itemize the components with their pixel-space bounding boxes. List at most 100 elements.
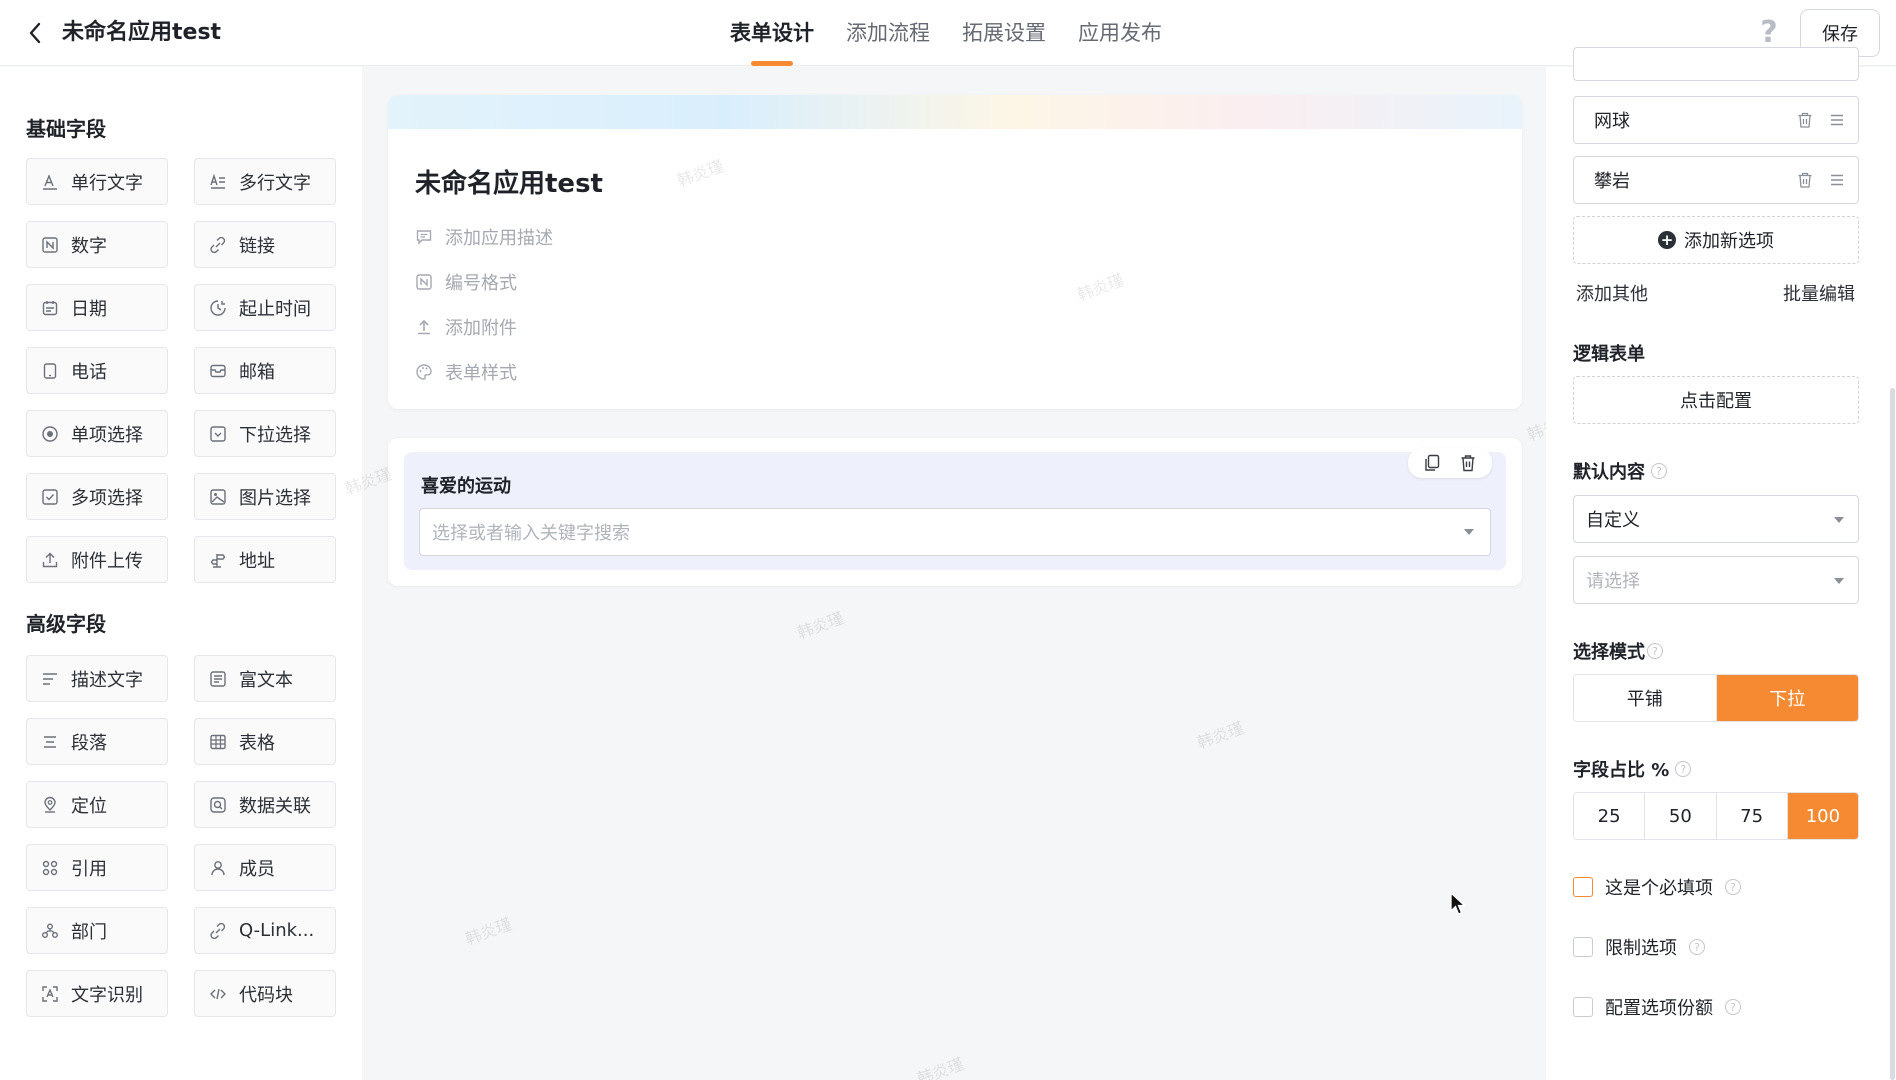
- back-button[interactable]: [22, 18, 48, 48]
- add-description-link[interactable]: 添加应用描述: [415, 224, 553, 250]
- upload-icon: [41, 551, 59, 569]
- reference-icon: [41, 859, 59, 877]
- table-icon: [209, 733, 227, 751]
- calendar-icon: [41, 299, 59, 317]
- tab-extension-settings[interactable]: 拓展设置: [962, 0, 1046, 66]
- logic-form-title: 逻辑表单: [1573, 344, 1645, 365]
- field-number[interactable]: 数字: [26, 221, 168, 268]
- option-quota-checkbox-row[interactable]: 配置选项份额 ?: [1573, 994, 1741, 1020]
- field-member[interactable]: 成员: [194, 844, 336, 891]
- question-icon[interactable]: ?: [1689, 939, 1705, 955]
- limit-options-checkbox[interactable]: [1573, 937, 1593, 957]
- required-checkbox[interactable]: [1573, 877, 1593, 897]
- pin-icon: [41, 796, 59, 814]
- field-attachment-upload[interactable]: 附件上传: [26, 536, 168, 583]
- field-multi-line-text[interactable]: 多行文字: [194, 158, 336, 205]
- field-data-relation[interactable]: 数据关联: [194, 781, 336, 828]
- option-input-hidden[interactable]: [1573, 47, 1859, 81]
- copy-icon[interactable]: [1416, 452, 1448, 474]
- field-label: 喜爱的运动: [421, 476, 511, 497]
- width-75-button[interactable]: 75: [1716, 793, 1788, 839]
- tab-add-flow[interactable]: 添加流程: [846, 0, 930, 66]
- question-icon[interactable]: ?: [1725, 999, 1741, 1015]
- question-icon[interactable]: ?: [1647, 643, 1663, 659]
- logic-config-button[interactable]: 点击配置: [1573, 376, 1859, 424]
- option-input[interactable]: 攀岩: [1573, 156, 1859, 204]
- field-department[interactable]: 部门: [26, 907, 168, 954]
- limit-options-checkbox-row[interactable]: 限制选项 ?: [1573, 934, 1705, 960]
- mode-dropdown-button[interactable]: 下拉: [1716, 675, 1858, 721]
- option-quota-checkbox[interactable]: [1573, 997, 1593, 1017]
- required-checkbox-row[interactable]: 这是个必填项 ?: [1573, 874, 1741, 900]
- field-actions: [1408, 448, 1492, 478]
- basic-fields-title: 基础字段: [26, 117, 106, 141]
- width-25-button[interactable]: 25: [1574, 793, 1646, 839]
- palette-icon: [415, 363, 433, 381]
- select-mode-title: 选择模式 ?: [1573, 638, 1663, 664]
- add-attachment-link[interactable]: 添加附件: [415, 314, 517, 340]
- number-format-link[interactable]: 编号格式: [415, 269, 517, 295]
- field-ocr[interactable]: 文字识别: [26, 970, 168, 1017]
- field-single-choice[interactable]: 单项选择: [26, 410, 168, 457]
- form-style-link[interactable]: 表单样式: [415, 359, 517, 385]
- field-width-segmented: 25 50 75 100: [1573, 792, 1859, 840]
- drag-handle-icon[interactable]: [1828, 111, 1846, 129]
- mode-tile-button[interactable]: 平铺: [1574, 675, 1717, 721]
- field-dropdown-choice[interactable]: 下拉选择: [194, 410, 336, 457]
- add-other-link[interactable]: 添加其他: [1576, 280, 1648, 306]
- field-time-range[interactable]: 起止时间: [194, 284, 336, 331]
- field-reference[interactable]: 引用: [26, 844, 168, 891]
- field-dropdown[interactable]: 选择或者输入关键字搜索: [419, 508, 1491, 556]
- field-email[interactable]: 邮箱: [194, 347, 336, 394]
- link-icon: [209, 236, 227, 254]
- tab-form-design[interactable]: 表单设计: [730, 0, 814, 66]
- help-icon[interactable]: ?: [1754, 16, 1784, 50]
- form-field-card: 喜爱的运动 选择或者输入关键字搜索: [388, 438, 1522, 586]
- default-mode-select[interactable]: 自定义: [1573, 495, 1859, 543]
- field-single-line-text[interactable]: 单行文字: [26, 158, 168, 205]
- multiline-text-icon: [209, 173, 227, 191]
- question-icon[interactable]: ?: [1651, 463, 1667, 479]
- caret-down-icon: [1834, 517, 1844, 523]
- field-description-text[interactable]: 描述文字: [26, 655, 168, 702]
- drag-handle-icon[interactable]: [1828, 171, 1846, 189]
- field-multi-choice[interactable]: 多项选择: [26, 473, 168, 520]
- app-title: 未命名应用test: [62, 20, 222, 45]
- code-icon: [209, 985, 227, 1003]
- time-range-icon: [209, 299, 227, 317]
- batch-edit-link[interactable]: 批量编辑: [1783, 280, 1855, 306]
- mail-icon: [209, 362, 227, 380]
- qlink-icon: [209, 922, 227, 940]
- field-palette: 基础字段 单行文字 多行文字 数字 链接 日期 起止时间 电话 邮箱 单项选择 …: [0, 67, 362, 1080]
- field-positioning[interactable]: 定位: [26, 781, 168, 828]
- rich-text-icon: [209, 670, 227, 688]
- field-date[interactable]: 日期: [26, 284, 168, 331]
- add-option-button[interactable]: + 添加新选项: [1573, 216, 1859, 264]
- field-code-block[interactable]: 代码块: [194, 970, 336, 1017]
- selected-field[interactable]: 喜爱的运动 选择或者输入关键字搜索: [404, 448, 1506, 570]
- trash-icon[interactable]: [1796, 111, 1814, 129]
- field-rich-text[interactable]: 富文本: [194, 655, 336, 702]
- field-phone[interactable]: 电话: [26, 347, 168, 394]
- trash-icon[interactable]: [1452, 452, 1484, 474]
- question-icon[interactable]: ?: [1675, 761, 1692, 777]
- location-sign-icon: [209, 551, 227, 569]
- width-50-button[interactable]: 50: [1645, 793, 1717, 839]
- panel-scrollbar[interactable]: [1890, 388, 1895, 1080]
- tab-app-publish[interactable]: 应用发布: [1078, 0, 1162, 66]
- field-link[interactable]: 链接: [194, 221, 336, 268]
- trash-icon[interactable]: [1796, 171, 1814, 189]
- field-q-link[interactable]: Q-Link...: [194, 907, 336, 954]
- question-icon[interactable]: ?: [1725, 879, 1741, 895]
- form-title[interactable]: 未命名应用test: [415, 163, 603, 200]
- field-address[interactable]: 地址: [194, 536, 336, 583]
- caret-down-icon: [1834, 578, 1844, 584]
- width-100-button[interactable]: 100: [1787, 793, 1858, 839]
- field-width-title: 字段占比 % ?: [1573, 756, 1692, 782]
- option-input[interactable]: 网球: [1573, 96, 1859, 144]
- default-value-select[interactable]: 请选择: [1573, 556, 1859, 604]
- field-image-choice[interactable]: 图片选择: [194, 473, 336, 520]
- field-paragraph[interactable]: 段落: [26, 718, 168, 765]
- field-table[interactable]: 表格: [194, 718, 336, 765]
- number-format-icon: [415, 273, 433, 291]
